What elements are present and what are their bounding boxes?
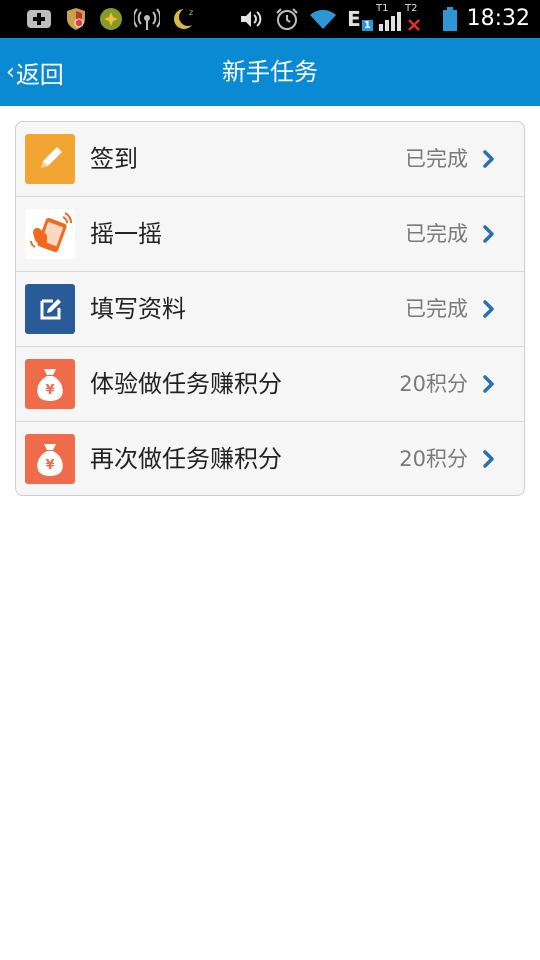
task-status: 已完成 bbox=[405, 297, 468, 321]
status-time: 18:32 bbox=[466, 6, 530, 31]
edit-form-icon bbox=[25, 284, 75, 334]
money-bag-icon: ¥ bbox=[25, 359, 75, 409]
task-status: 20积分 bbox=[399, 447, 468, 471]
shake-phone-icon bbox=[25, 209, 75, 259]
money-bag-icon: ¥ bbox=[25, 434, 75, 484]
add-notification-icon bbox=[26, 7, 52, 31]
task-status: 已完成 bbox=[405, 222, 468, 246]
task-label: 签到 bbox=[90, 145, 138, 173]
chevron-right-icon bbox=[483, 150, 494, 168]
svg-text:¥: ¥ bbox=[45, 383, 54, 398]
clover-icon bbox=[98, 7, 124, 31]
svg-text:¥: ¥ bbox=[45, 458, 54, 473]
pencil-icon bbox=[25, 134, 75, 184]
shield-icon bbox=[64, 7, 88, 31]
task-label: 体验做任务赚积分 bbox=[90, 370, 282, 398]
task-label: 再次做任务赚积分 bbox=[90, 445, 282, 473]
task-row-shake[interactable]: 摇一摇 已完成 bbox=[16, 197, 524, 272]
sim1-index-label: 1 bbox=[361, 20, 373, 31]
task-status: 已完成 bbox=[405, 147, 468, 171]
svg-text:z: z bbox=[189, 8, 193, 17]
chevron-right-icon bbox=[483, 450, 494, 468]
task-row-fill-profile[interactable]: 填写资料 已完成 bbox=[16, 272, 524, 347]
sim2-tag: T2 bbox=[405, 3, 418, 14]
chevron-right-icon bbox=[483, 375, 494, 393]
chevron-right-icon bbox=[483, 300, 494, 318]
alarm-icon bbox=[274, 7, 300, 31]
chevron-right-icon bbox=[483, 225, 494, 243]
task-row-trial-earn-points[interactable]: ¥ 体验做任务赚积分 20积分 bbox=[16, 347, 524, 422]
task-label: 摇一摇 bbox=[90, 220, 162, 248]
sim2-no-signal-icon: T2 bbox=[404, 3, 426, 31]
wifi-icon bbox=[308, 7, 338, 31]
battery-icon bbox=[442, 7, 458, 31]
volume-icon bbox=[238, 7, 264, 31]
title-bar: ‹ 返回 新手任务 bbox=[0, 38, 540, 106]
signal-icon: T1 bbox=[376, 3, 404, 31]
task-label: 填写资料 bbox=[90, 295, 186, 323]
moon-icon: z bbox=[170, 7, 196, 31]
network-type-indicator: E1 bbox=[346, 7, 374, 31]
page-title: 新手任务 bbox=[222, 58, 318, 86]
network-type-label: E bbox=[347, 7, 361, 31]
status-bar: z E1 T1 T2 18:32 bbox=[0, 0, 540, 38]
task-row-sign-in[interactable]: 签到 已完成 bbox=[16, 122, 524, 197]
sim1-tag: T1 bbox=[376, 3, 389, 14]
wifi-hotspot-icon bbox=[134, 7, 160, 31]
task-status: 20积分 bbox=[399, 372, 468, 396]
task-row-repeat-earn-points[interactable]: ¥ 再次做任务赚积分 20积分 bbox=[16, 422, 524, 495]
task-list: 签到 已完成 摇一摇 已完成 填写资料 已完成 ¥ 体验做任务赚积分 20积分 … bbox=[15, 121, 525, 496]
